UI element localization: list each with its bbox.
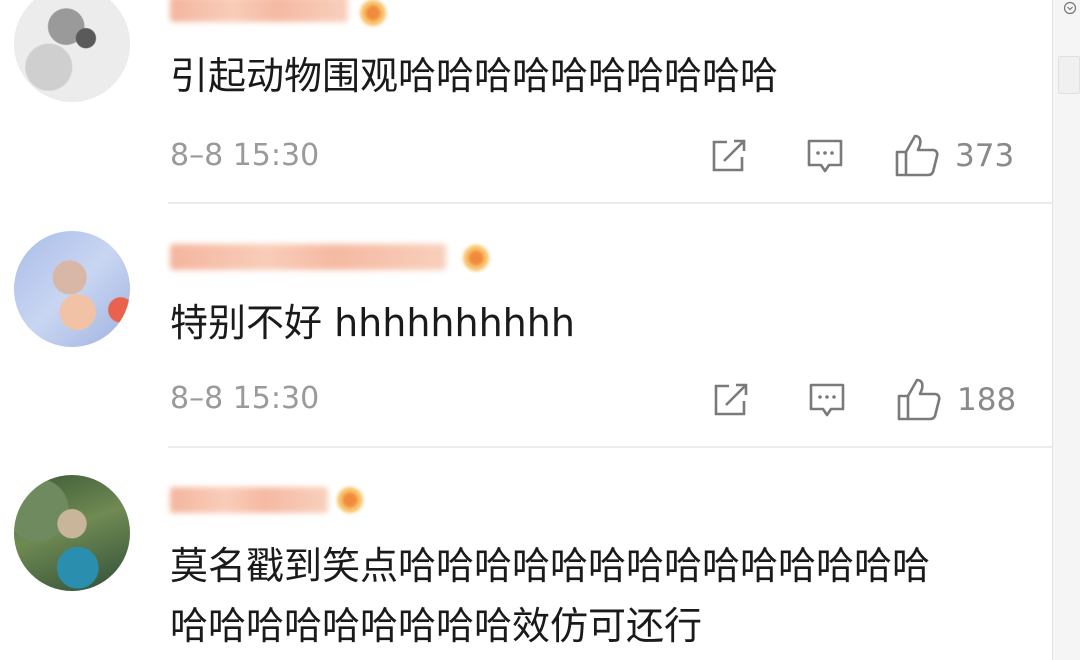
comment-text: 引起动物围观哈哈哈哈哈哈哈哈哈哈 (170, 54, 779, 98)
scroll-up-arrow-icon[interactable] (1063, 0, 1077, 15)
comment-bubble-icon[interactable] (808, 382, 846, 420)
divider (168, 446, 1052, 448)
like-count: 188 (957, 382, 1017, 418)
share-box-icon[interactable] (710, 137, 750, 175)
username-blurred[interactable] (170, 487, 328, 513)
share-box-icon[interactable] (712, 381, 752, 419)
thumbs-up-icon[interactable] (896, 376, 942, 422)
like-count: 373 (955, 138, 1015, 174)
comment-text-line-1: 莫名戳到笑点哈哈哈哈哈哈哈哈哈哈哈哈哈哈 (170, 544, 931, 588)
username-blurred[interactable] (170, 0, 348, 22)
username-blurred[interactable] (170, 244, 446, 270)
vip-badge-icon (337, 487, 363, 513)
avatar[interactable] (14, 475, 130, 591)
comment-feed: 引起动物围观哈哈哈哈哈哈哈哈哈哈 8–8 15:30 373 特别不好 hhhh… (0, 0, 1052, 660)
comment-text: 特别不好 hhhhhhhhhh (170, 301, 575, 345)
avatar[interactable] (14, 231, 130, 347)
comment-timestamp: 8–8 15:30 (170, 138, 320, 173)
thumbs-up-icon[interactable] (894, 132, 940, 178)
comment-bubble-icon[interactable] (806, 138, 844, 176)
vip-badge-icon (463, 245, 489, 271)
scrollbar-thumb[interactable] (1058, 56, 1080, 94)
divider (168, 202, 1052, 204)
avatar[interactable] (14, 0, 130, 102)
vip-badge-icon (360, 0, 386, 26)
comment-text-line-2: 哈哈哈哈哈哈哈哈哈效仿可还行 (170, 604, 703, 648)
comment-timestamp: 8–8 15:30 (170, 381, 320, 416)
scrollbar[interactable] (1052, 0, 1080, 660)
